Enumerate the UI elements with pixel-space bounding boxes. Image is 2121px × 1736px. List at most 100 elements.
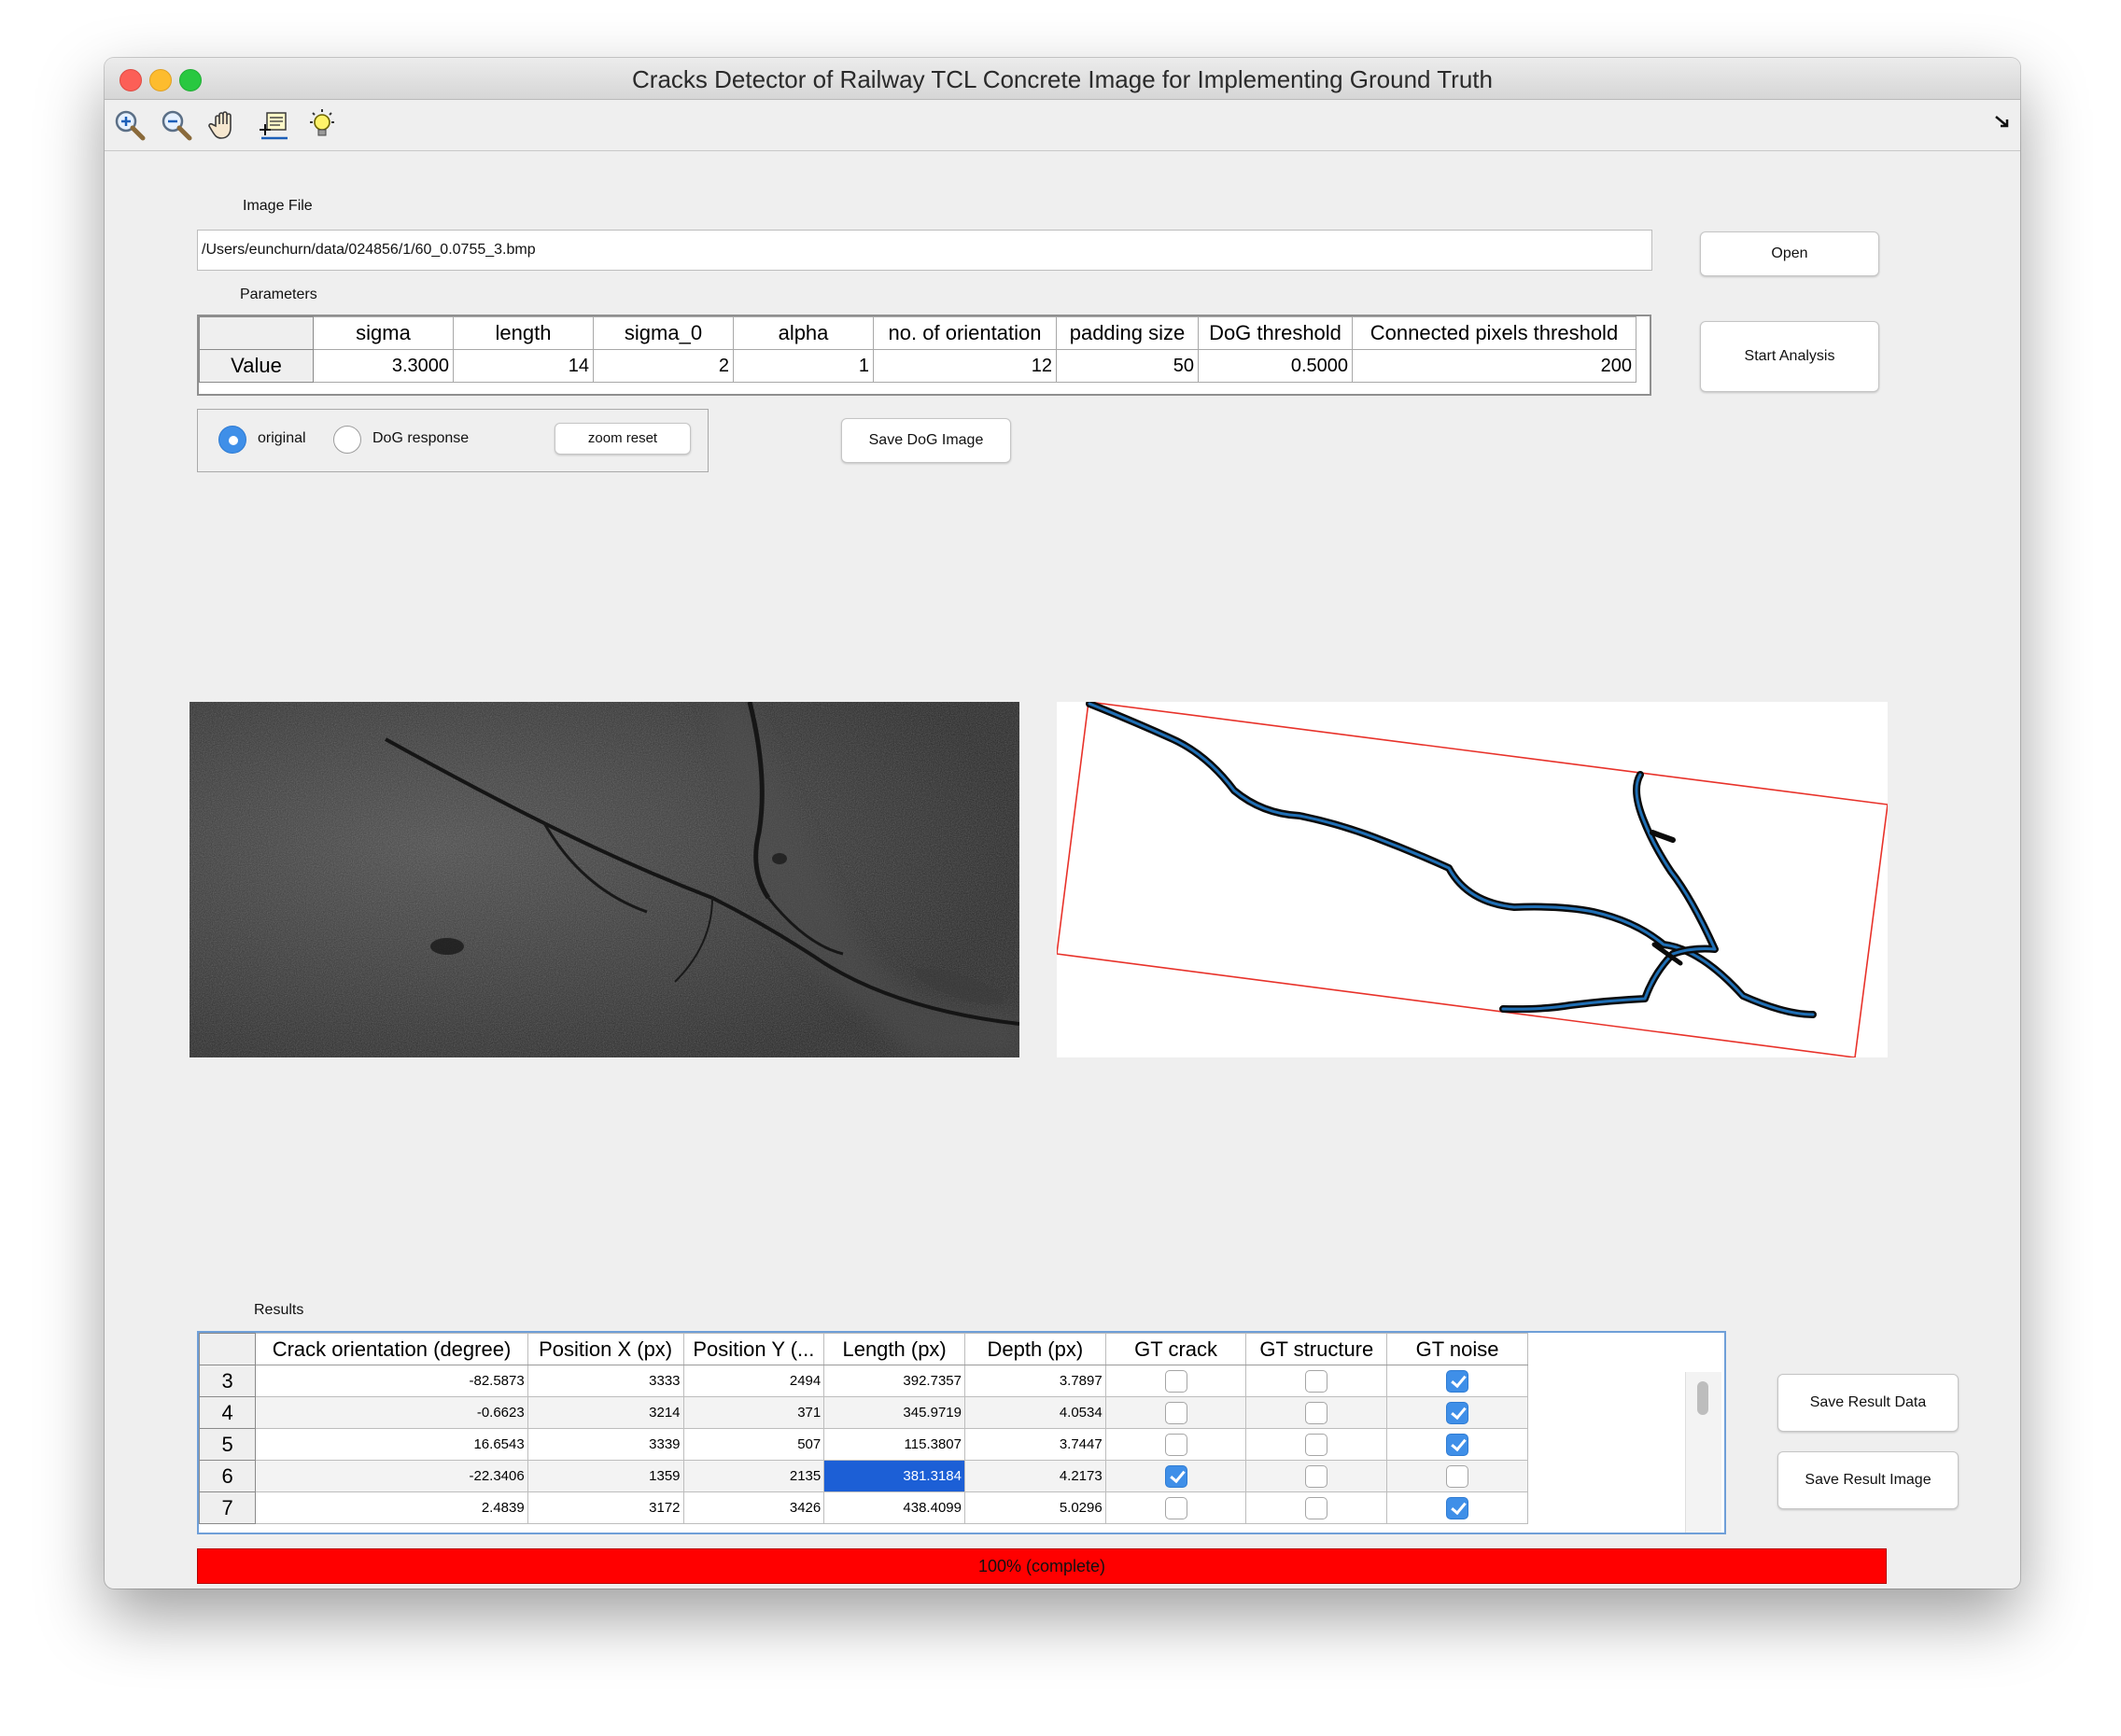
cell-length[interactable]: 438.4099	[823, 1491, 965, 1524]
cell-x[interactable]: 3214	[527, 1396, 684, 1429]
cell-x[interactable]: 3333	[527, 1365, 684, 1397]
cell-y[interactable]: 507	[682, 1428, 825, 1461]
results-header-position-x[interactable]: Position X (px)	[527, 1333, 684, 1365]
zoom-out-icon[interactable]	[159, 107, 194, 143]
table-row[interactable]: 3 -82.5873 3333 2494 392.7357 3.7897	[199, 1365, 1528, 1397]
gt-structure-checkbox[interactable]	[1305, 1496, 1328, 1519]
gt-crack-checkbox[interactable]	[1164, 1401, 1187, 1424]
cell-y[interactable]: 2494	[682, 1365, 825, 1397]
param-value-dog-threshold[interactable]: 0.5000	[1198, 349, 1353, 383]
param-value-orientations[interactable]: 12	[873, 349, 1057, 383]
image-file-path-field[interactable]: /Users/eunchurn/data/024856/1/60_0.0755_…	[197, 230, 1652, 271]
image-file-label: Image File	[243, 198, 313, 214]
dog-response-radio[interactable]	[333, 426, 361, 454]
cell-orientation[interactable]: -82.5873	[255, 1365, 528, 1397]
param-header-padding-size: padding size	[1056, 316, 1199, 350]
cell-x[interactable]: 3339	[527, 1428, 684, 1461]
row-index[interactable]: 4	[199, 1396, 257, 1429]
results-header-gt-noise[interactable]: GT noise	[1386, 1333, 1528, 1365]
cell-orientation[interactable]: 2.4839	[255, 1491, 528, 1524]
gt-structure-checkbox[interactable]	[1305, 1464, 1328, 1488]
data-cursor-icon[interactable]	[256, 107, 291, 143]
save-result-image-button[interactable]: Save Result Image	[1777, 1451, 1959, 1509]
gt-noise-checkbox[interactable]	[1446, 1496, 1469, 1519]
gt-noise-checkbox[interactable]	[1446, 1464, 1469, 1488]
cell-orientation[interactable]: -22.3406	[255, 1460, 528, 1492]
cell-x[interactable]: 1359	[527, 1460, 684, 1492]
row-index[interactable]: 3	[199, 1365, 257, 1397]
original-image[interactable]	[190, 702, 1019, 1057]
row-index[interactable]: 5	[199, 1428, 257, 1461]
param-value-alpha[interactable]: 1	[733, 349, 874, 383]
param-value-connected-pixels[interactable]: 200	[1352, 349, 1636, 383]
param-value-padding-size[interactable]: 50	[1056, 349, 1199, 383]
param-value-sigma-0[interactable]: 2	[593, 349, 734, 383]
toolbar-overflow-icon[interactable]	[1994, 113, 2011, 130]
pan-hand-icon[interactable]	[207, 107, 243, 143]
cell-gt-structure	[1245, 1428, 1388, 1461]
lightbulb-icon[interactable]	[304, 107, 340, 143]
results-header-gt-crack[interactable]: GT crack	[1104, 1333, 1247, 1365]
save-dog-image-button[interactable]: Save DoG Image	[841, 418, 1011, 463]
param-value-length[interactable]: 14	[453, 349, 594, 383]
cell-gt-crack	[1104, 1491, 1247, 1524]
table-row[interactable]: 4 -0.6623 3214 371 345.9719 4.0534	[199, 1396, 1528, 1429]
results-corner	[199, 1333, 257, 1365]
gt-crack-checkbox[interactable]	[1164, 1369, 1187, 1393]
gt-structure-checkbox[interactable]	[1305, 1433, 1328, 1456]
param-header-orientations: no. of orientation	[873, 316, 1057, 350]
parameters-value-row: Value 3.3000 14 2 1 12 50 0.5000 200	[199, 349, 1650, 383]
cell-depth[interactable]: 5.0296	[963, 1491, 1106, 1524]
save-result-data-button[interactable]: Save Result Data	[1777, 1374, 1959, 1432]
cell-length[interactable]: 345.9719	[823, 1396, 965, 1429]
open-button[interactable]: Open	[1700, 231, 1879, 276]
gt-noise-checkbox[interactable]	[1446, 1369, 1469, 1393]
gt-crack-checkbox[interactable]	[1164, 1433, 1187, 1456]
param-header-alpha: alpha	[733, 316, 874, 350]
cell-orientation[interactable]: 16.6543	[255, 1428, 528, 1461]
results-scrollbar[interactable]	[1685, 1372, 1721, 1533]
cell-y[interactable]: 371	[682, 1396, 825, 1429]
cell-length[interactable]: 381.3184	[823, 1460, 965, 1492]
original-radio[interactable]	[218, 426, 246, 454]
app-window: Cracks Detector of Railway TCL Concrete …	[105, 58, 2020, 1589]
results-header-length[interactable]: Length (px)	[823, 1333, 965, 1365]
gt-crack-checkbox[interactable]	[1164, 1496, 1187, 1519]
cell-depth[interactable]: 3.7897	[963, 1365, 1106, 1397]
table-row[interactable]: 5 16.6543 3339 507 115.3807 3.7447	[199, 1428, 1528, 1461]
results-scroll-thumb[interactable]	[1697, 1381, 1708, 1415]
cell-y[interactable]: 2135	[682, 1460, 825, 1492]
cell-length[interactable]: 115.3807	[823, 1428, 965, 1461]
cell-depth[interactable]: 3.7447	[963, 1428, 1106, 1461]
detection-result-image[interactable]	[1057, 702, 1888, 1057]
zoom-in-icon[interactable]	[112, 107, 147, 143]
cell-depth[interactable]: 4.2173	[963, 1460, 1106, 1492]
start-analysis-button[interactable]: Start Analysis	[1700, 321, 1879, 392]
param-header-sigma-0: sigma_0	[593, 316, 734, 350]
param-value-sigma[interactable]: 3.3000	[313, 349, 454, 383]
gt-noise-checkbox[interactable]	[1446, 1433, 1469, 1456]
results-body: 3 -82.5873 3333 2494 392.7357 3.7897 4 -0.6623 3…	[199, 1365, 1528, 1524]
results-header-orientation[interactable]: Crack orientation (degree)	[255, 1333, 528, 1365]
parameters-row-header: Value	[199, 349, 314, 383]
row-index[interactable]: 7	[199, 1491, 257, 1524]
gt-crack-checkbox[interactable]	[1164, 1464, 1187, 1488]
cell-orientation[interactable]: -0.6623	[255, 1396, 528, 1429]
cell-length[interactable]: 392.7357	[823, 1365, 965, 1397]
cell-x[interactable]: 3172	[527, 1491, 684, 1524]
results-header-position-y[interactable]: Position Y (...	[682, 1333, 825, 1365]
gt-structure-checkbox[interactable]	[1305, 1369, 1328, 1393]
zoom-reset-button[interactable]: zoom reset	[555, 423, 691, 455]
table-row[interactable]: 6 -22.3406 1359 2135 381.3184 4.2173	[199, 1460, 1528, 1492]
param-header-filler	[1636, 316, 1650, 350]
gt-structure-checkbox[interactable]	[1305, 1401, 1328, 1424]
cell-y[interactable]: 3426	[682, 1491, 825, 1524]
row-index[interactable]: 6	[199, 1460, 257, 1492]
cell-depth[interactable]: 4.0534	[963, 1396, 1106, 1429]
concrete-photo	[190, 702, 1019, 1057]
gt-noise-checkbox[interactable]	[1446, 1401, 1469, 1424]
results-header-gt-structure[interactable]: GT structure	[1245, 1333, 1388, 1365]
results-header-depth[interactable]: Depth (px)	[963, 1333, 1106, 1365]
results-table: Crack orientation (degree) Position X (p…	[197, 1331, 1726, 1534]
table-row[interactable]: 7 2.4839 3172 3426 438.4099 5.0296	[199, 1491, 1528, 1524]
